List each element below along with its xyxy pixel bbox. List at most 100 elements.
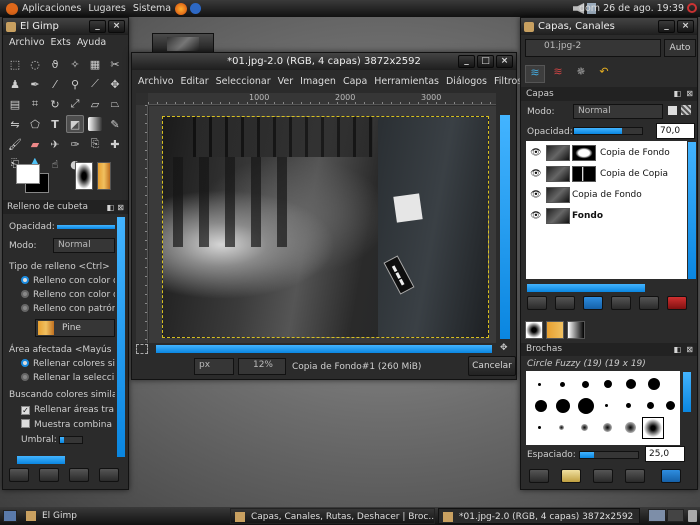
transparent-checkbox[interactable]: ✓ (21, 406, 30, 415)
brush-dock-close-icon[interactable]: ⊠ (686, 343, 693, 356)
brush-item[interactable] (626, 403, 631, 408)
menu-ayuda[interactable]: Ayuda (77, 37, 106, 48)
raise-layer-button[interactable] (555, 296, 575, 310)
restore-options-button[interactable] (39, 468, 59, 482)
threshold-slider[interactable] (59, 436, 83, 444)
delete-layer-button[interactable] (667, 296, 687, 310)
layer-row[interactable]: 👁 Copia de Fondo (526, 184, 687, 205)
brush-item[interactable] (535, 400, 547, 412)
image-selector[interactable]: 01.jpg-2 (525, 39, 661, 57)
tab-channels[interactable]: ≋ (548, 65, 568, 83)
firefox-icon[interactable] (175, 2, 188, 15)
new-layer-button[interactable] (527, 296, 547, 310)
shear-icon[interactable]: ▱ (86, 95, 104, 113)
img-menu-capa[interactable]: Capa (343, 76, 367, 87)
blend-icon[interactable] (88, 117, 102, 131)
foreground-color-swatch[interactable] (16, 164, 40, 184)
pattern-selector[interactable]: Pine (35, 319, 115, 337)
align-icon[interactable]: ▤ (6, 95, 24, 113)
visibility-eye-icon[interactable]: 👁 (526, 169, 546, 179)
brush-item[interactable] (648, 378, 660, 390)
brush-item[interactable] (604, 380, 612, 388)
brush-item[interactable] (625, 422, 636, 433)
tab-layers[interactable]: ≋ (525, 65, 545, 83)
dock-minimize-button[interactable]: _ (658, 20, 675, 33)
brush-item[interactable] (603, 423, 612, 432)
brush-grid[interactable] (526, 371, 680, 445)
brush-preview[interactable] (75, 162, 93, 190)
brush-grid-vscroll[interactable] (683, 372, 691, 412)
menu-archivo[interactable]: Archivo (9, 37, 45, 48)
tab-paths[interactable]: ✵ (571, 65, 591, 83)
img-menu-filtros[interactable]: Filtros (494, 76, 522, 87)
menu-lugares[interactable]: Lugares (88, 3, 126, 14)
tab-brushes[interactable] (525, 321, 543, 339)
ubuntu-logo-icon[interactable] (6, 2, 18, 15)
text-icon[interactable]: T (46, 115, 64, 133)
nav-button[interactable]: ✥ (500, 343, 512, 353)
close-button[interactable]: × (108, 20, 125, 33)
show-desktop-button[interactable] (3, 510, 17, 522)
perspective-icon[interactable]: ⏢ (106, 95, 124, 113)
pattern-preview[interactable] (97, 162, 111, 190)
color-select-icon[interactable]: ▦ (86, 55, 104, 73)
fill-fg-radio[interactable] (21, 276, 29, 284)
fill-option-bg[interactable]: Relleno con color d (21, 290, 115, 300)
layers-opacity-slider[interactable] (573, 127, 643, 135)
check-transparent[interactable]: ✓ Rellenar áreas tra (21, 405, 114, 415)
crop-icon[interactable]: ⌗ (26, 95, 44, 113)
brush-item[interactable] (560, 382, 565, 387)
new-brush-button[interactable] (561, 469, 581, 483)
fill-pattern-radio[interactable] (21, 304, 29, 312)
menu-sistema[interactable]: Sistema (133, 3, 171, 14)
image-titlebar[interactable]: *01.jpg-2.0 (RGB, 4 capas) 3872x2592 _ □… (132, 53, 516, 70)
brush-item[interactable] (666, 401, 675, 410)
img-menu-imagen[interactable]: Imagen (300, 76, 336, 87)
flip-icon[interactable]: ⇋ (6, 115, 24, 133)
layer-list-vscroll[interactable] (688, 142, 696, 279)
auto-button[interactable]: Auto (664, 39, 696, 57)
color-picker-icon[interactable]: ⁄ (46, 75, 64, 93)
layer-list-hscroll[interactable] (527, 284, 645, 292)
ruler-corner[interactable] (136, 93, 148, 105)
brush-item[interactable] (538, 383, 541, 386)
image-maximize-button[interactable]: □ (477, 55, 494, 68)
image-close-button[interactable]: × (496, 55, 513, 68)
tool-options-hscroll[interactable] (17, 456, 65, 464)
trash-icon[interactable] (688, 510, 697, 522)
rotate-icon[interactable]: ↻ (46, 95, 64, 113)
visibility-eye-icon[interactable]: 👁 (526, 190, 546, 200)
desktop-thumbnail[interactable] (152, 33, 214, 53)
visibility-eye-icon[interactable]: 👁 (526, 211, 546, 221)
clock[interactable]: dom 26 de ago. 19:39 (579, 3, 684, 14)
power-icon[interactable] (687, 3, 697, 13)
menu-exts[interactable]: Exts (51, 37, 71, 48)
paintbrush-icon[interactable]: 🖌 (6, 135, 24, 153)
img-menu-dialogos[interactable]: Diálogos (446, 76, 487, 87)
tab-patterns[interactable] (546, 321, 564, 339)
layers-titlebar[interactable]: Capas, Canales _ × (521, 18, 697, 35)
save-options-button[interactable] (9, 468, 29, 482)
brush-item[interactable] (626, 379, 636, 389)
delete-brush-button[interactable] (625, 469, 645, 483)
lower-layer-button[interactable] (583, 296, 603, 310)
img-menu-herramientas[interactable]: Herramientas (374, 76, 439, 87)
layers-opacity-value[interactable]: 70,0 (656, 123, 695, 139)
eraser-icon[interactable]: ▰ (26, 135, 44, 153)
refresh-brushes-button[interactable] (661, 469, 681, 483)
layer-row[interactable]: 👁 Copia de Fondo (526, 142, 687, 163)
tab-gradients[interactable] (567, 321, 585, 339)
free-select-icon[interactable]: ϑ (46, 55, 64, 73)
dock-close-button[interactable]: × (677, 20, 694, 33)
dock-menu-icon[interactable]: ◧ (106, 203, 114, 212)
fuzzy-select-icon[interactable]: ✧ (66, 55, 84, 73)
heal-icon[interactable]: ✚ (106, 135, 124, 153)
airbrush-icon[interactable]: ✈ (46, 135, 64, 153)
layers-dock-menu-icon[interactable]: ◧ (673, 87, 681, 101)
layers-dock-close-icon[interactable]: ⊠ (686, 87, 693, 101)
cage-icon[interactable]: ⬠ (26, 115, 44, 133)
reset-options-button[interactable] (99, 468, 119, 482)
merged-checkbox[interactable] (21, 419, 30, 428)
img-menu-seleccionar[interactable]: Seleccionar (216, 76, 271, 87)
brush-dock-menu-icon[interactable]: ◧ (673, 343, 681, 356)
